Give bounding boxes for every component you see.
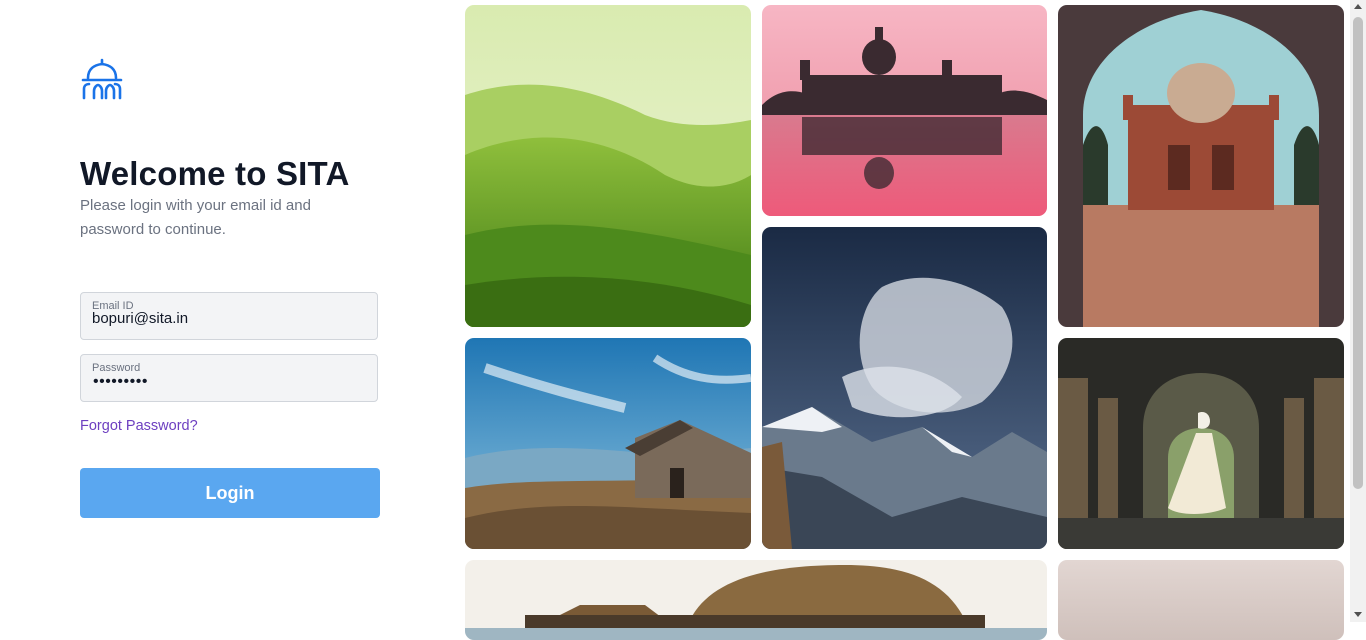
scrollbar-thumb[interactable] bbox=[1353, 17, 1363, 489]
email-input[interactable] bbox=[92, 310, 362, 327]
palace-dome-icon bbox=[81, 58, 123, 100]
mountain-hut-image bbox=[465, 338, 751, 549]
dancer-corridor-image bbox=[1058, 338, 1344, 549]
password-input[interactable]: ••••••••• bbox=[93, 373, 148, 391]
page-subtitle: Please login with your email id and pass… bbox=[80, 197, 311, 238]
email-field[interactable]: Email ID bbox=[80, 292, 378, 340]
victoria-memorial-reflection-image bbox=[762, 5, 1047, 216]
houseboat-image bbox=[465, 560, 1047, 640]
vertical-scrollbar[interactable] bbox=[1350, 0, 1366, 622]
snow-mountain-clouds-image bbox=[762, 227, 1047, 549]
login-button[interactable]: Login bbox=[80, 468, 380, 518]
scroll-up-icon[interactable] bbox=[1354, 4, 1362, 9]
safdarjung-tomb-arch-image bbox=[1058, 5, 1344, 327]
scroll-down-icon[interactable] bbox=[1354, 612, 1362, 617]
forgot-password-link[interactable]: Forgot Password? bbox=[80, 418, 198, 434]
misty-image bbox=[1058, 560, 1344, 640]
password-field[interactable]: Password ••••••••• bbox=[80, 354, 378, 402]
tea-plantation-hills-image bbox=[465, 5, 751, 327]
login-panel: Welcome to SITA Please login with your e… bbox=[0, 0, 455, 622]
page-title: Welcome to SITA bbox=[80, 155, 350, 192]
